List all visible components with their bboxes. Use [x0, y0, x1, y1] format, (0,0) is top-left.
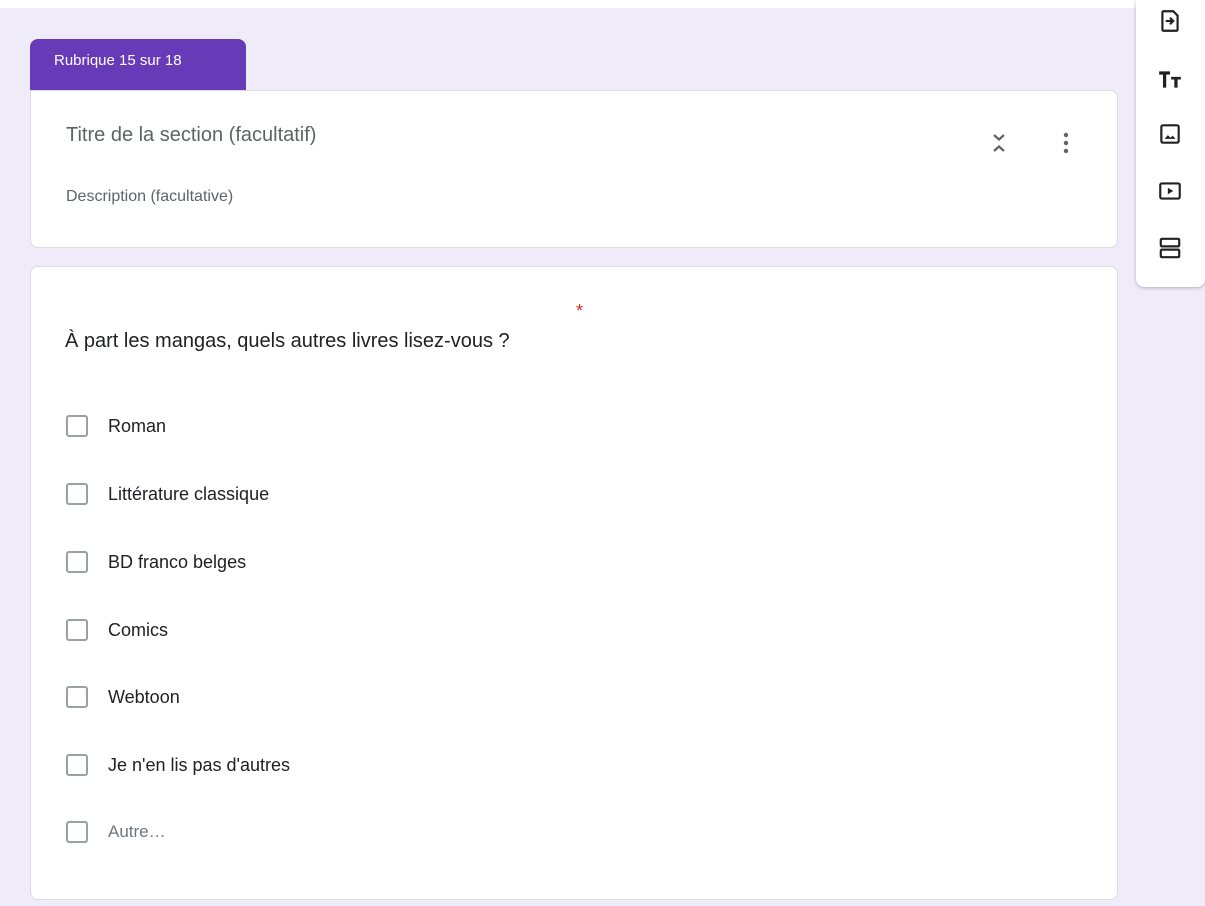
section-header-card[interactable]: Titre de la section (facultatif) Descrip…: [30, 90, 1118, 248]
checkbox-option[interactable]: Littérature classique: [66, 481, 269, 507]
checkbox[interactable]: [66, 821, 88, 843]
checkbox-option[interactable]: Je n'en lis pas d'autres: [66, 752, 290, 778]
add-video-icon[interactable]: [1157, 178, 1183, 204]
checkbox[interactable]: [66, 415, 88, 437]
required-asterisk: *: [576, 301, 584, 321]
option-label: Comics: [108, 619, 169, 640]
checkbox[interactable]: [66, 483, 88, 505]
option-label: Je n'en lis pas d'autres: [108, 754, 290, 775]
checkbox-option[interactable]: Comics: [66, 617, 168, 643]
question-card[interactable]: * À part les mangas, quels autres livres…: [30, 266, 1118, 900]
add-image-icon[interactable]: [1157, 121, 1183, 147]
checkbox[interactable]: [66, 686, 88, 708]
option-label: Roman: [108, 415, 167, 436]
section-description-input[interactable]: Description (facultative): [66, 188, 233, 206]
checkbox-option[interactable]: BD franco belges: [66, 549, 246, 575]
question-title: À part les mangas, quels autres livres l…: [65, 330, 510, 352]
option-label: BD franco belges: [108, 551, 247, 572]
section-title-input[interactable]: Titre de la section (facultatif): [66, 124, 316, 147]
import-questions-icon[interactable]: [1157, 8, 1183, 34]
more-options-icon[interactable]: [1054, 131, 1078, 155]
checkbox[interactable]: [66, 551, 88, 573]
checkbox-option-other[interactable]: Autre…: [66, 819, 166, 845]
collapse-section-icon[interactable]: [987, 131, 1011, 155]
section-counter-label: Rubrique 15 sur 18: [54, 52, 182, 69]
checkbox[interactable]: [66, 619, 88, 641]
checkbox-option[interactable]: Roman: [66, 413, 166, 439]
checkbox-option[interactable]: Webtoon: [66, 684, 180, 710]
add-title-description-icon[interactable]: [1157, 66, 1183, 92]
other-option-label: Autre…: [108, 822, 166, 841]
option-label: Littérature classique: [108, 483, 270, 504]
section-counter-tab: Rubrique 15 sur 18: [30, 39, 246, 91]
side-toolbar: [1136, 0, 1205, 287]
checkbox[interactable]: [66, 754, 88, 776]
option-label: Webtoon: [108, 686, 180, 707]
add-section-icon[interactable]: [1157, 235, 1183, 261]
